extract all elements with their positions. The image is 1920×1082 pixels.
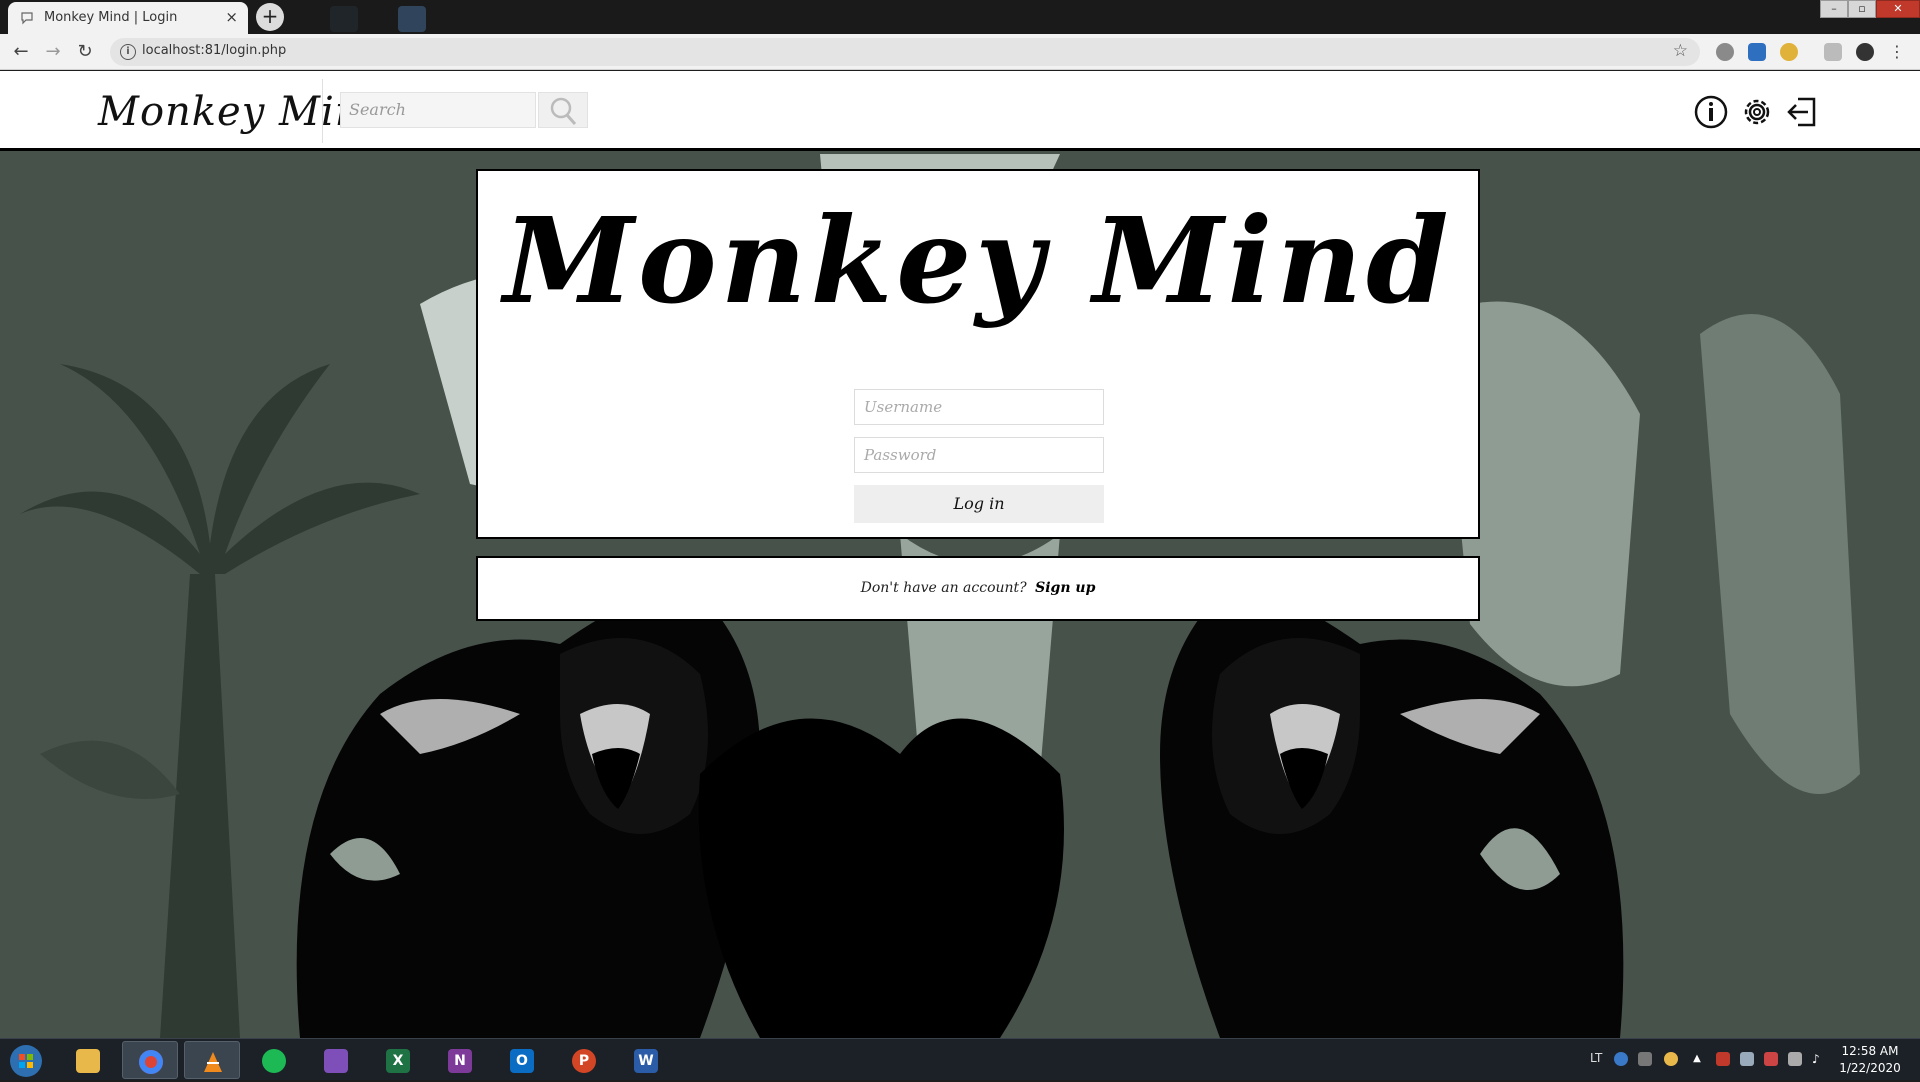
search-button[interactable] [538,92,588,128]
antivirus-tray-icon[interactable] [1716,1052,1730,1066]
clock-time: 12:58 AM [1841,1044,1899,1058]
taskbar-outlook[interactable]: O [494,1041,550,1079]
spotify-icon [262,1049,286,1073]
taskbar-word[interactable]: W [618,1041,674,1079]
excel-icon: X [386,1049,410,1073]
logout-icon[interactable] [1784,93,1822,131]
onenote-icon: N [448,1049,472,1073]
profile-avatar-icon[interactable] [1856,43,1874,61]
bookmark-star-icon[interactable]: ☆ [1673,41,1688,61]
browser-tabstrip: Monkey Mind | Login × + – ▫ ✕ [0,0,1920,34]
tab-close-icon[interactable]: × [225,8,238,26]
windows-start-icon[interactable] [6,1042,46,1080]
password-field[interactable]: Password [854,437,1104,473]
language-indicator[interactable]: LT [1590,1051,1602,1065]
background-app-icon [398,6,426,32]
taskbar-powerpoint[interactable]: P [556,1041,612,1079]
vlc-icon [201,1050,225,1074]
page-favicon-icon [21,12,33,25]
flag-tray-icon[interactable] [1764,1052,1778,1066]
close-window-button[interactable]: ✕ [1876,0,1920,18]
signup-prompt: Don't have an account? [860,580,1027,596]
word-icon: W [634,1049,658,1073]
tab-title: Monkey Mind | Login [44,10,178,25]
taskbar-spotify[interactable] [246,1041,302,1079]
outlook-icon: O [510,1049,534,1073]
extension-screenshot-icon[interactable] [1748,43,1766,61]
volume-tray-icon[interactable]: ♪ [1812,1052,1826,1066]
taskbar-vlc[interactable] [184,1041,240,1079]
taskbar-file-explorer[interactable] [60,1041,116,1079]
browser-menu-icon[interactable]: ⋮ [1888,43,1906,61]
login-title: Monkey Mind [503,191,1453,330]
site-header: Monkey Mind Search [0,71,1920,151]
browser-tab-active[interactable]: Monkey Mind | Login × [8,2,248,34]
info-icon[interactable] [1692,93,1730,131]
taskbar-excel[interactable]: X [370,1041,426,1079]
address-url[interactable]: localhost:81/login.php [142,43,286,58]
search-input[interactable]: Search [340,92,536,128]
taskbar-chrome[interactable] [122,1041,178,1079]
reload-button[interactable]: ↻ [72,39,98,65]
taskbar-onenote[interactable]: N [432,1041,488,1079]
maximize-button[interactable]: ▫ [1848,0,1876,18]
folder-icon [76,1049,100,1073]
header-divider [322,79,323,143]
page-content: Monkey Mind Search Monkey Mind Username … [0,71,1920,1038]
extension-color-icon[interactable] [1780,43,1798,61]
dropbox-tray-icon[interactable] [1740,1052,1754,1066]
username-field[interactable]: Username [854,389,1104,425]
reading-list-icon[interactable] [1824,43,1842,61]
extension-cloud-icon[interactable] [1716,43,1734,61]
minimize-button[interactable]: – [1820,0,1848,18]
signup-link[interactable]: Sign up [1035,580,1095,596]
input-tray-icon[interactable] [1638,1052,1652,1066]
background-app-icon [330,6,358,32]
clock-date: 1/22/2020 [1839,1061,1901,1075]
new-tab-button[interactable]: + [256,3,284,31]
login-button[interactable]: Log in [854,485,1104,523]
site-info-icon[interactable]: i [120,44,136,60]
browser-toolbar: ← → ↻ i localhost:81/login.php ☆ ⋮ [0,34,1920,70]
search-icon [550,97,577,125]
help-yellow-tray-icon[interactable] [1664,1052,1678,1066]
windows-taskbar: X N O P W LT ▲ ♪ 12:58 AM 1/22/2020 [0,1038,1920,1080]
window-controls: – ▫ ✕ [1820,0,1920,18]
help-tray-icon[interactable] [1614,1052,1628,1066]
powerpoint-icon: P [572,1049,596,1073]
address-bar[interactable]: i localhost:81/login.php ☆ [110,38,1700,66]
signup-card: Don't have an account? Sign up [476,556,1480,621]
taskbar-visual-studio[interactable] [308,1041,364,1079]
network-tray-icon[interactable] [1788,1052,1802,1066]
visual-studio-icon [324,1049,348,1073]
settings-gear-icon[interactable] [1738,93,1776,131]
system-clock[interactable]: 12:58 AM 1/22/2020 [1830,1043,1910,1077]
back-button[interactable]: ← [8,39,34,65]
forward-button[interactable]: → [40,39,66,65]
chrome-icon [139,1050,163,1074]
show-hidden-icons[interactable]: ▲ [1690,1052,1704,1066]
login-card: Monkey Mind Username Password Log in [476,169,1480,539]
